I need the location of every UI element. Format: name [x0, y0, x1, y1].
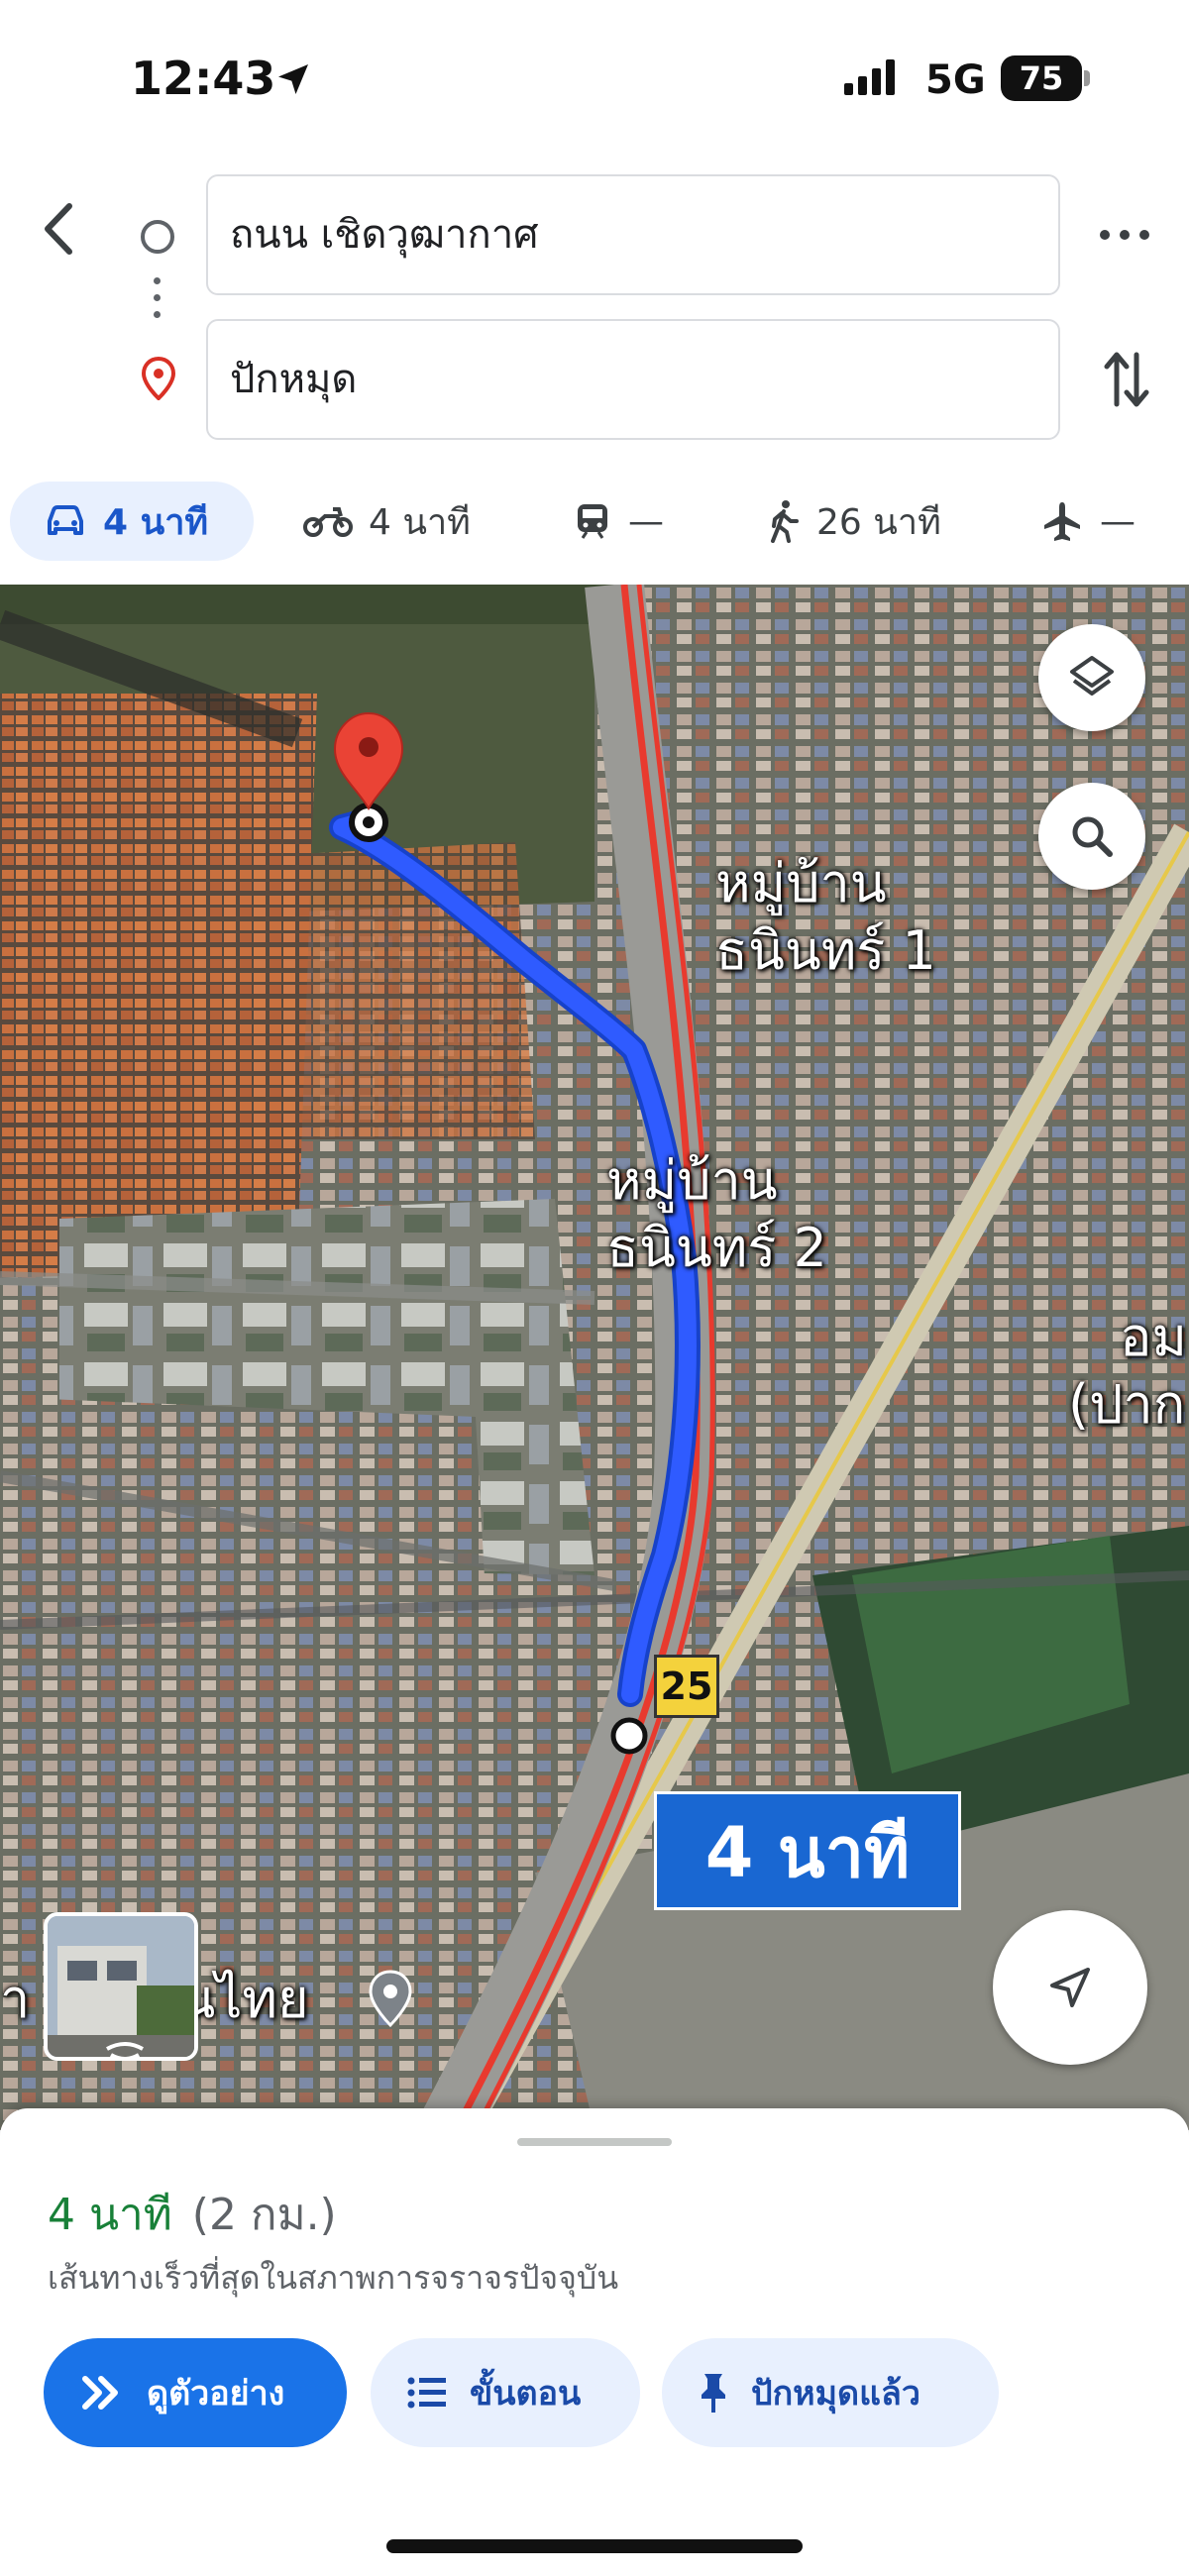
double-chevron-icon [82, 2376, 118, 2410]
map-search-button[interactable] [1038, 783, 1145, 890]
street-view-thumbnail[interactable] [44, 1912, 198, 2061]
preview-button-label: ดูตัวอย่าง [147, 2374, 285, 2414]
route-summary-sheet: 4 นาที (2 กม.) เส้นทางเร็วที่สุดในสภาพการ… [0, 2108, 1189, 2576]
battery-level: 75 [1001, 55, 1082, 101]
tab-walk-label: 26 นาที [816, 501, 941, 543]
home-indicator[interactable] [386, 2539, 803, 2553]
tab-transit-label: — [628, 500, 664, 542]
preview-button[interactable]: ดูตัวอย่าง [44, 2338, 347, 2447]
car-icon [48, 505, 83, 535]
map-label-line: หมู่บ้าน [606, 1149, 778, 1212]
swap-icon[interactable] [1100, 347, 1153, 412]
tab-transit[interactable]: — [573, 482, 664, 561]
map-label-partial-right: อม (ปาก [1068, 1304, 1188, 1439]
pinned-button-label: ปักหมุดแล้ว [751, 2374, 920, 2414]
signal-icon [844, 59, 895, 95]
layers-icon [1070, 656, 1114, 696]
route-eta-callout[interactable]: 4 นาที [654, 1791, 961, 1910]
tab-flight[interactable]: — [1040, 482, 1135, 561]
route-eta: 4 นาที [48, 2190, 172, 2240]
battery-tip [1084, 70, 1090, 86]
highway-shield: 25 [654, 1655, 719, 1718]
map-label-line: า [0, 1968, 31, 2030]
map-label-line: อม [1120, 1306, 1188, 1368]
map-view[interactable]: หมู่บ้าน ธนินทร์ 1 หมู่บ้าน ธนินทร์ 2 อม… [0, 585, 1189, 2130]
map-label-village-1: หมู่บ้าน ธนินทร์ 1 [715, 850, 936, 985]
map-label-line: ธนินทร์ 2 [606, 1217, 827, 1279]
route-note: เส้นทางเร็วที่สุดในสภาพการจราจรปัจจุบัน [48, 2259, 619, 2297]
layers-button[interactable] [1038, 624, 1145, 731]
airplane-icon [1044, 502, 1080, 541]
tab-walk[interactable]: 26 นาที [765, 482, 941, 561]
network-type: 5G [925, 57, 986, 103]
back-arrow-icon[interactable] [30, 194, 89, 264]
place-pin-icon[interactable] [367, 1970, 414, 2029]
tab-car-label: 4 นาที [103, 501, 209, 543]
route-dots-icon [154, 277, 162, 327]
tab-car[interactable]: 4 นาที [10, 482, 254, 561]
map-label-line: นไทย [178, 1968, 309, 2030]
more-options-icon[interactable] [1090, 210, 1159, 260]
tab-motorbike[interactable]: 4 นาที [303, 482, 471, 561]
satellite-imagery [0, 585, 1189, 2130]
status-bar: 12:43 5G 75 [0, 0, 1189, 159]
map-label-line: หมู่บ้าน [715, 852, 887, 914]
tab-motorbike-label: 4 นาที [369, 501, 471, 543]
route-distance: (2 กม.) [191, 2190, 337, 2240]
search-icon [1072, 816, 1113, 857]
walk-icon [771, 500, 799, 543]
map-label-line: (ปาก [1068, 1373, 1186, 1436]
pinned-button[interactable]: ปักหมุดแล้ว [662, 2338, 999, 2447]
motorbike-icon [303, 507, 353, 537]
street-view-image [48, 1916, 194, 2057]
battery-icon: 75 [1001, 55, 1090, 101]
navigation-arrow-icon [1050, 1968, 1090, 2007]
map-label-line: ธนินทร์ 1 [715, 919, 936, 982]
train-icon [578, 504, 607, 539]
list-icon [407, 2377, 446, 2409]
map-label-village-2: หมู่บ้าน ธนินทร์ 2 [606, 1147, 827, 1282]
destination-field[interactable]: ปักหมุด [206, 319, 1060, 440]
destination-pin-icon [141, 357, 176, 400]
location-arrow-icon [278, 64, 308, 94]
route-summary: 4 นาที (2 กม.) [48, 2180, 337, 2249]
pin-icon [702, 2374, 725, 2413]
steps-button[interactable]: ขั้นตอน [371, 2338, 640, 2447]
travel-mode-tabs: 4 นาที 4 นาที — 26 นาที — [0, 482, 1189, 573]
recenter-button[interactable] [993, 1910, 1147, 2065]
tab-flight-label: — [1100, 500, 1135, 542]
origin-field[interactable]: ถนน เชิดวุฒากาศ [206, 174, 1060, 295]
status-time: 12:43 [131, 52, 276, 105]
steps-button-label: ขั้นตอน [470, 2374, 582, 2414]
sheet-drag-handle[interactable] [517, 2138, 672, 2146]
origin-circle-icon [141, 220, 174, 254]
